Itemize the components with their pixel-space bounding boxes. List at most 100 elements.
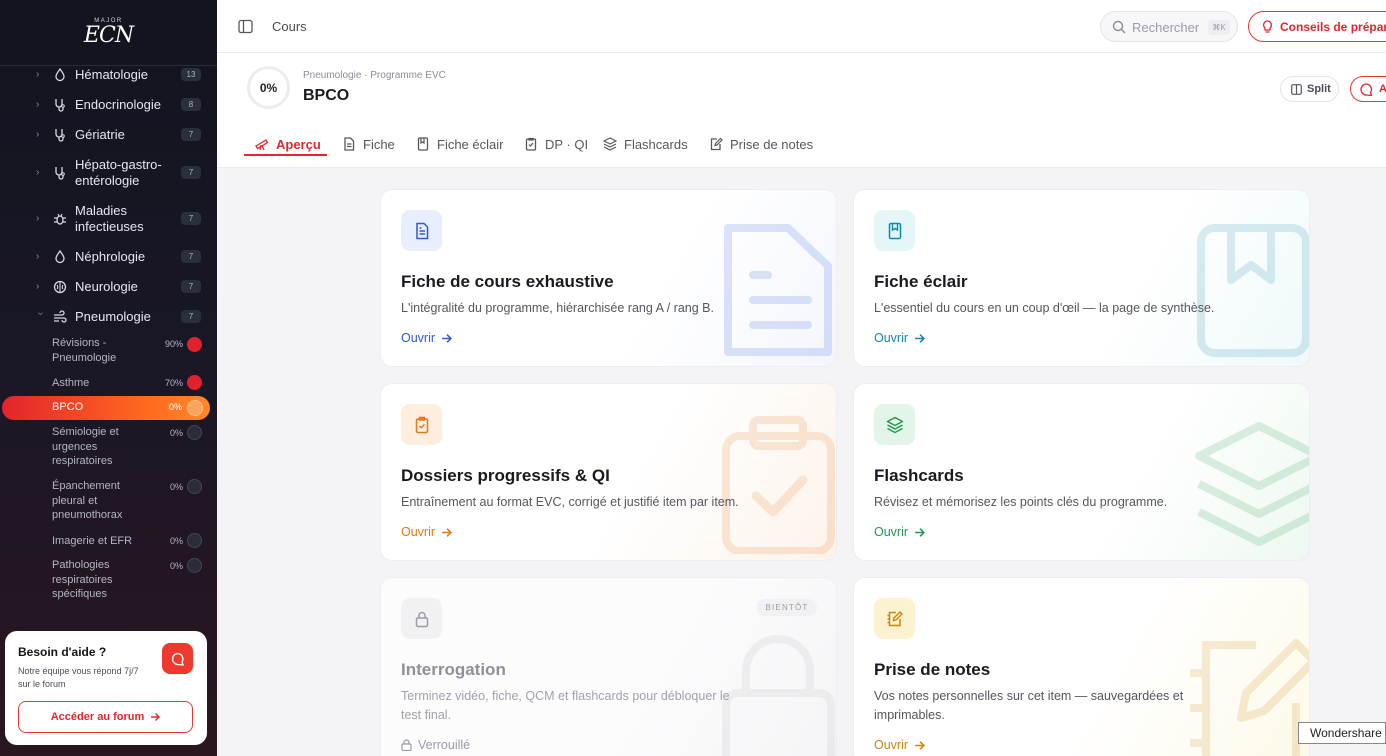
shortcut-hint: ⌘K bbox=[1208, 20, 1230, 35]
sub-item-semiologie[interactable]: Sémiologie et urgences respiratoires 0% bbox=[0, 425, 217, 469]
tab-flashcards[interactable]: Flashcards bbox=[603, 132, 688, 156]
sidebar-item-maladies-infectieuses[interactable]: › Maladies infectieuses 7 bbox=[0, 202, 217, 236]
card-fiche-eclair[interactable]: Fiche éclair L'essentiel du cours en un … bbox=[853, 189, 1310, 367]
sidebar-item-label: Maladies infectieuses bbox=[75, 203, 144, 234]
card-open-link[interactable]: Ouvrir bbox=[401, 525, 453, 539]
progress-percent: 0% bbox=[169, 536, 183, 546]
sidebar-item-label: Hématologie bbox=[75, 67, 148, 82]
progress-indicator bbox=[187, 337, 202, 352]
chevron-right-icon: › bbox=[36, 129, 40, 140]
sidebar-item-hepato-gastro-enterologie[interactable]: › Hépato-gastro- entérologie 7 bbox=[0, 156, 217, 190]
sidebar-item-nephrologie[interactable]: › Néphrologie 7 bbox=[0, 248, 217, 266]
breadcrumb[interactable]: Cours bbox=[272, 19, 307, 34]
arrow-right-icon bbox=[151, 713, 161, 721]
progress-indicator bbox=[187, 479, 202, 494]
card-open-link[interactable]: Ouvrir bbox=[874, 331, 926, 345]
progress-percent: 0% bbox=[169, 428, 183, 438]
sub-item-revisions-pneumologie[interactable]: Révisions - Pneumologie 90% bbox=[0, 336, 217, 366]
card-link-label: Verrouillé bbox=[418, 738, 471, 752]
tab-prise-de-notes[interactable]: Prise de notes bbox=[709, 132, 813, 156]
sidebar-item-geriatrie[interactable]: › Gériatrie 7 bbox=[0, 126, 217, 144]
stethoscope-icon bbox=[55, 167, 65, 180]
card-open-link[interactable]: Ouvrir bbox=[401, 331, 453, 345]
progress-indicator bbox=[187, 533, 202, 548]
count-badge: 7 bbox=[181, 212, 201, 225]
telescope-icon bbox=[255, 139, 269, 151]
sub-item-label: Imagerie et EFR bbox=[52, 535, 133, 547]
card-description: L'essentiel du cours en un coup d'œil — … bbox=[874, 301, 1215, 315]
conseils-label: Conseils de prépara bbox=[1280, 20, 1386, 34]
tab-label: Prise de notes bbox=[730, 136, 814, 152]
layers-icon bbox=[874, 404, 915, 445]
card-description: Terminez vidéo, fiche, QCM et flashcards… bbox=[401, 689, 730, 722]
book-icon bbox=[874, 210, 915, 251]
tab-label: Aperçu bbox=[276, 136, 321, 152]
tab-fiche-eclair[interactable]: Fiche éclair bbox=[416, 132, 503, 156]
card-description: Entraînement au format EVC, corrigé et j… bbox=[401, 495, 739, 509]
tab-apercu[interactable]: Aperçu bbox=[255, 132, 321, 156]
tab-dp-qi[interactable]: DP · QI bbox=[524, 132, 588, 156]
logo-top-text: MAJOR bbox=[94, 18, 123, 24]
book-icon bbox=[417, 137, 429, 151]
stethoscope-icon bbox=[55, 129, 65, 142]
wind-icon bbox=[54, 310, 67, 323]
sub-item-imagerie-efr[interactable]: Imagerie et EFR 0% bbox=[0, 533, 217, 549]
ask-button[interactable]: A bbox=[1350, 76, 1386, 102]
card-prise-de-notes[interactable]: Prise de notes Vos notes personnelles su… bbox=[853, 577, 1310, 756]
arrow-right-icon bbox=[915, 740, 926, 750]
arrow-right-icon bbox=[915, 333, 926, 343]
layers-watermark-icon bbox=[1195, 422, 1309, 546]
sidebar-item-neurologie[interactable]: › Neurologie 7 bbox=[0, 278, 217, 296]
sub-item-epanchement[interactable]: Épanchement pleural et pneumothorax 0% bbox=[0, 479, 217, 523]
sidebar-item-label: Endocrinologie bbox=[75, 97, 162, 112]
search-input[interactable]: Rechercher ⌘K bbox=[1100, 11, 1238, 42]
tab-fiche[interactable]: Fiche bbox=[342, 132, 395, 156]
page-subtitle: Pneumologie · Programme EVC bbox=[303, 70, 446, 81]
topbar: Cours Rechercher ⌘K Conseils de prépara bbox=[217, 0, 1386, 53]
conseils-button[interactable]: Conseils de prépara bbox=[1248, 11, 1386, 42]
split-view-icon bbox=[1291, 84, 1302, 95]
card-dp-qi[interactable]: Dossiers progressifs & QI Entraînement a… bbox=[380, 383, 837, 561]
sub-item-label: Pathologies respiratoires spécifiques bbox=[52, 559, 113, 600]
sub-item-label: Épanchement pleural et pneumothorax bbox=[52, 480, 123, 521]
count-badge: 7 bbox=[181, 128, 201, 141]
progress-percent: 0% bbox=[169, 482, 183, 492]
card-link-label: Ouvrir bbox=[874, 525, 909, 539]
clipboard-check-icon bbox=[525, 137, 537, 151]
arrow-right-icon bbox=[442, 527, 453, 537]
split-button[interactable]: Split bbox=[1280, 76, 1339, 102]
card-flashcards[interactable]: Flashcards Révisez et mémorisez les poin… bbox=[853, 383, 1310, 561]
chat-bubble-icon[interactable] bbox=[162, 643, 193, 674]
card-link-label: Ouvrir bbox=[401, 525, 436, 539]
sidebar-item-endocrinologie[interactable]: › Endocrinologie 8 bbox=[0, 96, 217, 114]
progress-indicator bbox=[187, 400, 203, 416]
sub-item-asthme[interactable]: Asthme 70% bbox=[0, 375, 217, 391]
sidebar-item-hematologie[interactable]: › Hématologie 13 bbox=[0, 66, 217, 84]
bug-icon bbox=[54, 213, 66, 225]
card-open-link[interactable]: Ouvrir bbox=[874, 738, 926, 752]
edit-note-icon bbox=[710, 137, 723, 151]
sidebar-item-label: Neurologie bbox=[75, 279, 138, 294]
sidebar-toggle-icon[interactable] bbox=[238, 19, 253, 34]
logo[interactable]: MAJOR ECN bbox=[0, 0, 217, 66]
lightbulb-icon bbox=[1263, 20, 1272, 33]
brain-icon bbox=[53, 280, 67, 294]
count-badge: 13 bbox=[181, 68, 201, 81]
sub-item-bpco[interactable]: BPCO 0% bbox=[2, 396, 210, 420]
progress-percent: 90% bbox=[164, 339, 183, 349]
overlay-tooltip: Wondershare bbox=[1298, 722, 1386, 744]
chevron-right-icon: › bbox=[36, 281, 40, 292]
card-title: Prise de notes bbox=[874, 660, 991, 679]
chat-icon bbox=[1360, 83, 1373, 96]
card-fiche[interactable]: Fiche de cours exhaustive L'intégralité … bbox=[380, 189, 837, 367]
clipboard-check-icon bbox=[401, 404, 442, 445]
forum-button[interactable]: Accéder au forum bbox=[18, 701, 193, 733]
card-open-link[interactable]: Ouvrir bbox=[874, 525, 926, 539]
document-icon bbox=[401, 210, 442, 251]
sidebar-item-pneumologie[interactable]: › Pneumologie 7 bbox=[0, 308, 217, 326]
arrow-right-icon bbox=[915, 527, 926, 537]
tab-label: Fiche éclair bbox=[437, 136, 504, 152]
search-icon bbox=[1112, 20, 1126, 34]
sub-item-pathologies-respiratoires[interactable]: Pathologies respiratoires spécifiques 0% bbox=[0, 558, 217, 602]
progress-percent: 0% bbox=[168, 402, 182, 412]
